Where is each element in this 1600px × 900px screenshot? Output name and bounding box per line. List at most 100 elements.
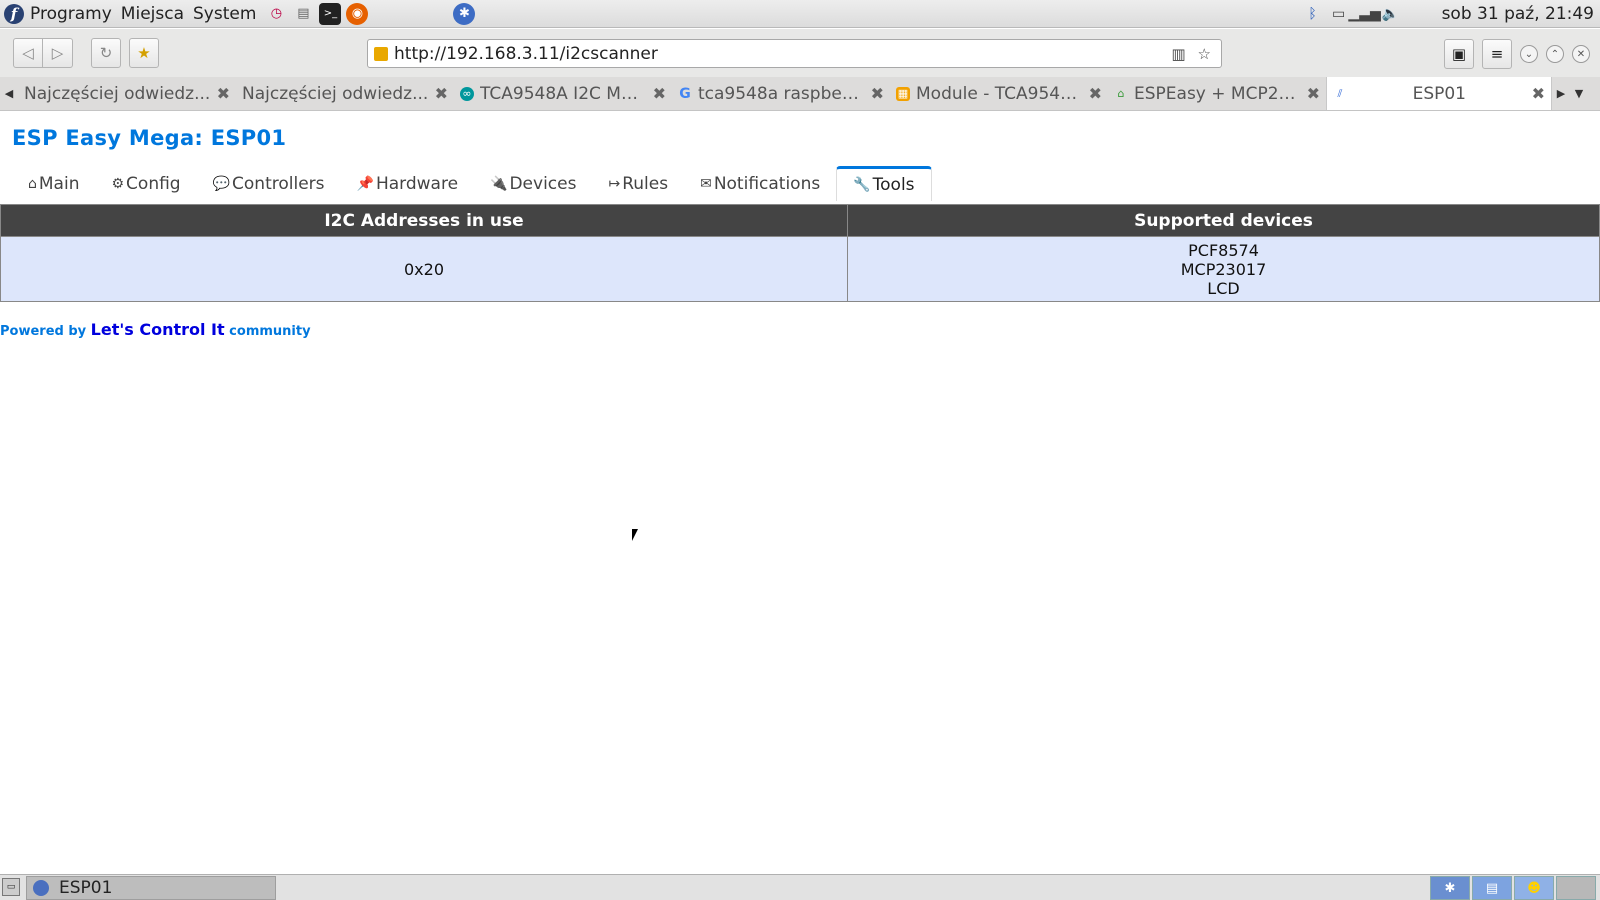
- workspace-4-icon[interactable]: [1556, 876, 1596, 900]
- mouse-cursor: [632, 529, 644, 541]
- forward-button[interactable]: ▷: [43, 38, 73, 68]
- workspace-3-icon[interactable]: ☻: [1514, 876, 1554, 900]
- i2c-scan-table: I2C Addresses in use Supported devices 0…: [0, 204, 1600, 302]
- device-item: PCF8574: [1188, 240, 1259, 260]
- menu-main-label: Main: [38, 173, 80, 194]
- show-desktop-icon[interactable]: ▭: [2, 878, 20, 896]
- footer-prefix: Powered by: [0, 324, 91, 339]
- library-button[interactable]: ▣: [1444, 39, 1474, 69]
- gear-icon: ⚙: [111, 175, 125, 192]
- bookmark-icon[interactable]: ☆: [1198, 45, 1211, 63]
- tab-close-icon[interactable]: ✖: [1307, 84, 1320, 103]
- menu-hardware-label: Hardware: [375, 173, 459, 194]
- hamburger-menu-icon: ≡: [1490, 45, 1504, 63]
- tab-espeasy-mcp23[interactable]: ⌂ ESPEasy + MCP23... ✖: [1108, 77, 1326, 110]
- new-bookmark-button[interactable]: ★: [129, 38, 159, 68]
- footer: Powered by Let's Control It community: [0, 320, 311, 339]
- volume-icon[interactable]: 🔈: [1380, 3, 1402, 25]
- menu-main[interactable]: ⌂ Main: [12, 166, 95, 201]
- workspace-2-icon[interactable]: ▤: [1472, 876, 1512, 900]
- menu-controllers[interactable]: 💬 Controllers: [197, 166, 341, 201]
- hamburger-menu-button[interactable]: ≡: [1482, 39, 1512, 69]
- all-tabs-dropdown-button[interactable]: ▼: [1570, 77, 1588, 110]
- tab-label: Module - TCA9548...: [916, 83, 1083, 104]
- tab-close-icon[interactable]: ✖: [1532, 84, 1545, 103]
- reader-view-icon[interactable]: ▥: [1171, 45, 1185, 63]
- maximize-window-button[interactable]: ⌃: [1546, 45, 1564, 63]
- terminal-launcher-icon[interactable]: >_: [319, 2, 342, 25]
- url-bar-actions: ▥ ☆: [1171, 45, 1221, 63]
- menu-notifications[interactable]: ✉ Notifications: [684, 166, 836, 201]
- workspace-1-icon[interactable]: ✱: [1430, 876, 1470, 900]
- tab-scroll-right-button[interactable]: ▶: [1552, 77, 1570, 110]
- menu-system[interactable]: System: [193, 4, 256, 24]
- devices-cell: PCF8574 MCP23017 LCD: [847, 236, 1600, 302]
- clock-app-launcher-icon[interactable]: ◷: [265, 3, 287, 25]
- tab-strip: ◀ Najczęściej odwiedz... ✖ Najczęściej o…: [0, 77, 1600, 111]
- maximize-icon: ⌃: [1550, 48, 1560, 60]
- fedora-logo-icon[interactable]: f: [4, 3, 24, 24]
- close-window-button[interactable]: ✕: [1572, 45, 1590, 63]
- header-supported-devices: Supported devices: [847, 204, 1600, 237]
- tab-close-icon[interactable]: ✖: [217, 84, 230, 103]
- menu-hardware[interactable]: 📌 Hardware: [341, 166, 475, 201]
- tab-tca9548a-arduino[interactable]: ∞ TCA9548A I2C MUL... ✖: [454, 77, 672, 110]
- tab-najczesciej-2[interactable]: Najczęściej odwiedz... ✖: [236, 77, 454, 110]
- menu-notifications-label: Notifications: [713, 173, 821, 194]
- tab-close-icon[interactable]: ✖: [653, 84, 666, 103]
- menu-devices[interactable]: 🔌 Devices: [474, 166, 592, 201]
- menu-rules[interactable]: ↦ Rules: [592, 166, 684, 201]
- clock[interactable]: sob 31 paź, 21:49: [1442, 4, 1594, 24]
- tab-label: Najczęściej odwiedz...: [24, 83, 211, 104]
- address-cell: 0x20: [0, 236, 848, 302]
- menu-programy[interactable]: Programy: [30, 4, 112, 24]
- signal-strength-icon[interactable]: ▁▃▅: [1348, 3, 1380, 25]
- panel-tray: ᛒ ▭ ▁▃▅ 🔈 sob 31 paź, 21:49: [1298, 3, 1600, 25]
- bluetooth-icon[interactable]: ᛒ: [1302, 3, 1324, 25]
- menu-rules-label: Rules: [622, 173, 669, 194]
- tab-label: Najczęściej odwiedz...: [242, 83, 429, 104]
- envelope-icon: ✉: [700, 175, 712, 192]
- firefox-launcher-icon[interactable]: ◉: [346, 2, 369, 25]
- footer-link[interactable]: Let's Control It: [91, 320, 225, 339]
- tab-najczesciej-1[interactable]: Najczęściej odwiedz... ✖: [18, 77, 236, 110]
- footer-suffix: community: [224, 324, 311, 339]
- panel-menu: f Programy Miejsca System ◷ ▤ >_ ◉ ✱: [0, 2, 480, 25]
- url-text[interactable]: http://192.168.3.11/i2cscanner: [394, 44, 658, 64]
- back-button[interactable]: ◁: [13, 38, 43, 68]
- taskbar-window-esp01[interactable]: ESP01: [26, 875, 276, 900]
- url-bar[interactable]: http://192.168.3.11/i2cscanner ▥ ☆: [367, 39, 1222, 68]
- home-icon: ⌂: [28, 175, 37, 192]
- file-manager-launcher-icon[interactable]: ▤: [292, 3, 314, 25]
- espeasy-icon: ⫽: [1337, 86, 1343, 100]
- google-icon: G: [679, 85, 691, 102]
- tab-module-tca9548[interactable]: ▦ Module - TCA9548... ✖: [890, 77, 1108, 110]
- display-icon[interactable]: ▭: [1328, 3, 1350, 25]
- menu-controllers-label: Controllers: [232, 173, 325, 194]
- menu-tools[interactable]: 🔧 Tools: [836, 166, 932, 201]
- taskbar-window-title: ESP01: [59, 877, 113, 898]
- arduino-icon: ∞: [460, 86, 474, 101]
- device-item: LCD: [1207, 278, 1240, 298]
- menu-miejsca[interactable]: Miejsca: [121, 4, 184, 24]
- minimize-window-button[interactable]: ⌄: [1520, 45, 1538, 63]
- tab-esp01-active[interactable]: ⫽ ESP01 ✖: [1326, 77, 1552, 110]
- bottom-taskbar: ▭ ESP01 ✱ ▤ ☻: [0, 874, 1600, 900]
- tab-scroll-left-button[interactable]: ◀: [0, 77, 18, 110]
- reload-button[interactable]: ↻: [91, 38, 121, 68]
- espeasy-menu: ⌂ Main ⚙ Config 💬 Controllers 📌 Hardware…: [12, 166, 932, 201]
- tab-close-icon[interactable]: ✖: [871, 84, 884, 103]
- tab-google-search[interactable]: G tca9548a raspberr... ✖: [672, 77, 890, 110]
- close-icon: ✕: [1576, 48, 1586, 60]
- tab-close-icon[interactable]: ✖: [435, 84, 448, 103]
- arrow-right-icon: ↦: [608, 175, 621, 192]
- tab-close-icon[interactable]: ✖: [1089, 84, 1102, 103]
- home-icon: ⌂: [1117, 87, 1125, 100]
- menu-devices-label: Devices: [509, 173, 577, 194]
- reload-icon: ↻: [99, 44, 113, 62]
- pushpin-icon: 📌: [356, 175, 374, 192]
- table-header-row: I2C Addresses in use Supported devices: [0, 204, 1600, 237]
- menu-config[interactable]: ⚙ Config: [95, 166, 196, 201]
- network-globe-launcher-icon[interactable]: ✱: [453, 2, 476, 25]
- site-identity-icon[interactable]: [374, 46, 388, 61]
